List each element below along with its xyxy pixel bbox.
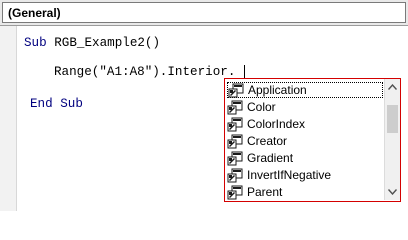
property-icon [227, 134, 243, 148]
intellisense-item-label: Parent [247, 185, 283, 199]
property-icon [227, 185, 243, 199]
intellisense-item[interactable]: Application [227, 82, 383, 98]
property-icon [227, 168, 243, 182]
intellisense-item[interactable]: Parent [227, 184, 383, 200]
text-caret [244, 65, 245, 79]
intellisense-scrollbar[interactable] [384, 79, 400, 200]
intellisense-item[interactable]: ColorIndex [227, 116, 383, 132]
code-line-2[interactable]: Range("A1:A8").Interior. [54, 65, 235, 79]
code-line-end-sub[interactable]: End Sub [30, 97, 83, 111]
intellisense-item[interactable]: Color [227, 99, 383, 115]
intellisense-item-label: Color [247, 100, 276, 114]
scroll-down-button[interactable] [385, 184, 400, 200]
scroll-up-button[interactable] [385, 79, 400, 95]
margin-indicator-bar[interactable] [0, 26, 17, 211]
intellisense-item[interactable]: Gradient [227, 150, 383, 166]
intellisense-item-label: ColorIndex [247, 117, 306, 131]
intellisense-item[interactable]: Creator [227, 133, 383, 149]
intellisense-item-label: InvertIfNegative [247, 168, 332, 182]
property-icon [227, 117, 243, 131]
scroll-thumb[interactable] [387, 105, 398, 133]
intellisense-item-label: Application [248, 83, 307, 97]
intellisense-item-label: Creator [247, 134, 288, 148]
code-line-1[interactable]: Sub RGB_Example2() [24, 36, 160, 50]
chevron-down-icon [388, 189, 397, 195]
object-combobox-value: (General) [8, 6, 61, 20]
chevron-up-icon [388, 84, 397, 90]
property-icon [227, 100, 243, 114]
property-icon [228, 83, 244, 97]
keyword-sub: Sub [24, 36, 47, 50]
intellisense-item[interactable]: InvertIfNegative [227, 167, 383, 183]
toolbar: (General) [0, 0, 408, 26]
property-icon [227, 151, 243, 165]
object-combobox[interactable]: (General) [2, 2, 406, 23]
procedure-name: RGB_Example2() [46, 36, 161, 50]
intellisense-item-label: Gradient [247, 151, 294, 165]
intellisense-list[interactable]: Application Color ColorIndex Creator Gradien… [224, 78, 401, 202]
